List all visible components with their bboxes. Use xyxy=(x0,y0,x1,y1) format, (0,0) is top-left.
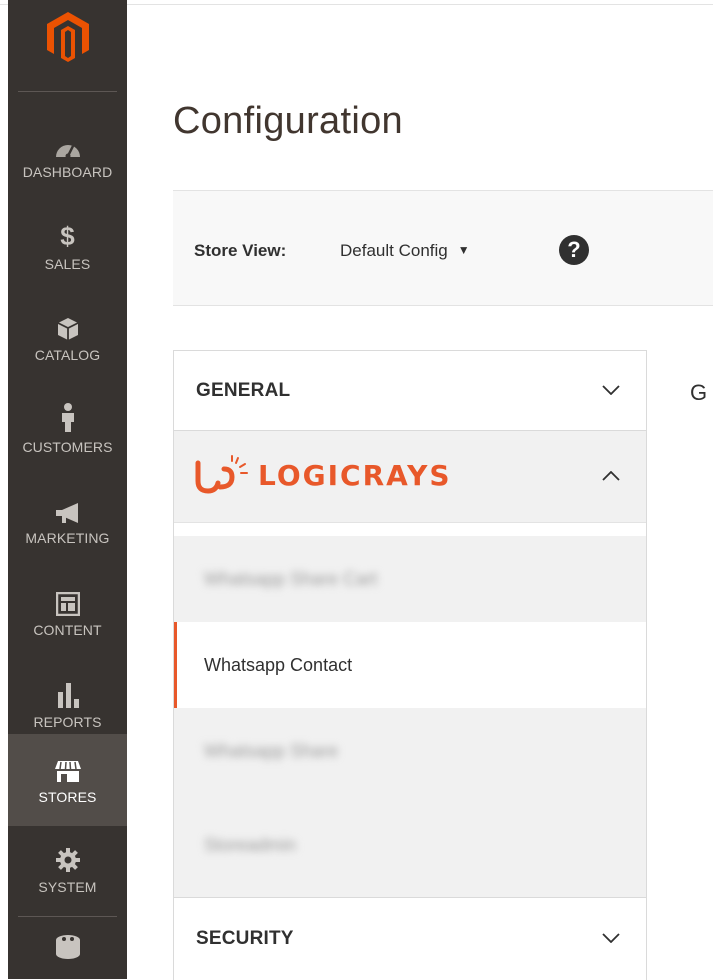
tab-item-label: Storeadmin xyxy=(204,835,297,855)
gear-icon xyxy=(55,845,81,873)
nav-label: SALES xyxy=(44,256,91,272)
nav-content[interactable]: CONTENT xyxy=(8,568,127,658)
brand-name: LOGICRAYS xyxy=(258,458,452,492)
megaphone-icon xyxy=(54,496,82,524)
nav-label: MARKETING xyxy=(25,530,110,546)
tab-item-whatsapp-contact[interactable]: Whatsapp Contact xyxy=(174,622,646,708)
nav-stores[interactable]: STORES xyxy=(8,734,127,826)
store-switcher-bar: Store View: Default Config ▼ ? xyxy=(173,190,713,306)
tab-title: SECURITY xyxy=(196,928,294,949)
nav-label: DASHBOARD xyxy=(22,164,113,180)
tab-security[interactable]: SECURITY xyxy=(174,897,646,980)
dashboard-gauge-icon xyxy=(55,130,81,158)
question-icon[interactable]: ? xyxy=(559,235,589,265)
nav-sales[interactable]: $ SALES xyxy=(8,202,127,292)
store-view-dropdown[interactable]: Default Config ▼ xyxy=(340,241,470,261)
admin-sidebar: DASHBOARD $ SALES CATALOG CUSTOMERS MARK… xyxy=(8,0,127,979)
store-view-label: Store View: xyxy=(194,241,287,260)
caret-down-icon: ▼ xyxy=(457,243,470,257)
tab-item-storeadmin[interactable]: Storeadmin xyxy=(174,794,646,897)
page-title: Configuration xyxy=(173,100,403,142)
dollar-icon: $ xyxy=(60,221,75,251)
chevron-up-icon xyxy=(602,468,620,486)
magento-logo[interactable] xyxy=(38,6,98,68)
store-icon xyxy=(54,755,82,783)
sidebar-divider xyxy=(18,916,117,917)
logicrays-logo: LOGICRAYS xyxy=(194,455,452,495)
magento-logo-icon xyxy=(47,12,89,62)
tab-item-label: Whatsapp Share xyxy=(204,740,339,761)
lego-block-icon xyxy=(54,932,82,960)
nav-label: REPORTS xyxy=(33,714,102,730)
nav-marketing[interactable]: MARKETING xyxy=(8,476,127,566)
tab-item-whatsapp-share[interactable]: Whatsapp Share xyxy=(174,708,646,794)
section-heading-partial: G xyxy=(690,380,708,405)
nav-partners[interactable] xyxy=(8,926,127,979)
sidebar-divider xyxy=(18,91,117,92)
logicrays-mark-icon xyxy=(195,455,248,494)
person-icon xyxy=(60,403,76,433)
store-view-value: Default Config xyxy=(340,241,448,260)
tab-general[interactable]: GENERAL xyxy=(174,351,646,431)
tab-item-label: Whatsapp Contact xyxy=(204,654,353,675)
nav-label: SYSTEM xyxy=(38,879,97,895)
config-tabs: GENERAL LOGICRAYS Whatsapp Share Cart Wh… xyxy=(173,350,647,980)
layout-icon xyxy=(55,588,80,616)
tab-item-label: Whatsapp Share Cart xyxy=(204,568,378,589)
nav-catalog[interactable]: CATALOG xyxy=(8,293,127,383)
bar-chart-icon xyxy=(57,680,79,708)
nav-label: CUSTOMERS xyxy=(22,439,113,455)
tab-logicrays[interactable]: LOGICRAYS xyxy=(174,431,646,523)
cube-icon xyxy=(57,313,79,341)
nav-dashboard[interactable]: DASHBOARD xyxy=(8,110,127,200)
nav-system[interactable]: SYSTEM xyxy=(8,826,127,914)
tab-item-whatsapp-share-cart[interactable]: Whatsapp Share Cart xyxy=(174,536,646,622)
nav-label: CATALOG xyxy=(34,347,101,363)
chevron-down-icon xyxy=(602,930,620,948)
tab-title: GENERAL xyxy=(196,379,291,401)
nav-customers[interactable]: CUSTOMERS xyxy=(8,385,127,475)
nav-label: STORES xyxy=(38,789,97,805)
chevron-down-icon xyxy=(602,382,620,400)
nav-label: CONTENT xyxy=(33,622,102,638)
